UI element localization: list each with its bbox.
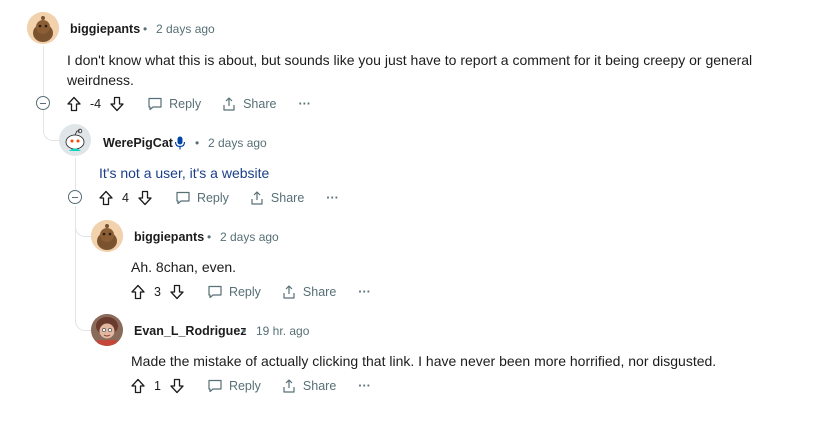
downvote-button[interactable] bbox=[109, 96, 125, 112]
comment-body: I don't know what this is about, but sou… bbox=[67, 52, 753, 88]
comment-time[interactable]: 2 days ago bbox=[156, 22, 215, 36]
downvote-icon bbox=[110, 96, 124, 112]
vote-score: 4 bbox=[122, 191, 129, 205]
comment-time[interactable]: 19 hr. ago bbox=[256, 324, 309, 338]
downvote-button[interactable] bbox=[169, 378, 185, 394]
downvote-button[interactable] bbox=[169, 284, 185, 300]
upvote-button[interactable] bbox=[130, 284, 146, 300]
reply-icon bbox=[176, 191, 190, 205]
share-icon bbox=[251, 191, 263, 205]
reply-button[interactable]: Reply bbox=[207, 378, 261, 394]
reply-label: Reply bbox=[228, 379, 261, 393]
more-icon: ··· bbox=[358, 285, 371, 299]
reply-icon bbox=[208, 285, 222, 299]
share-button[interactable]: Share bbox=[281, 378, 336, 394]
reply-label: Reply bbox=[228, 285, 261, 299]
comment-body: Ah. 8chan, even. bbox=[131, 259, 237, 275]
reply-label: Reply bbox=[169, 97, 202, 111]
share-icon bbox=[223, 97, 235, 111]
comment-time[interactable]: 2 days ago bbox=[220, 230, 279, 244]
upvote-icon bbox=[99, 190, 113, 206]
comment-body: It's not a user, it's a website bbox=[99, 165, 270, 181]
reply-label: Reply bbox=[196, 191, 229, 205]
comment-time[interactable]: 2 days ago bbox=[208, 136, 267, 150]
avatar[interactable] bbox=[91, 314, 123, 346]
share-label: Share bbox=[243, 97, 277, 111]
meta-separator: • bbox=[195, 136, 200, 150]
comment-actions: 1 Reply Share ··· bbox=[130, 375, 371, 397]
vote-score: 1 bbox=[154, 379, 161, 393]
share-button[interactable]: Share bbox=[249, 190, 304, 206]
collapse-thread-button[interactable] bbox=[36, 96, 50, 110]
reply-button[interactable]: Reply bbox=[175, 190, 229, 206]
thread-line bbox=[75, 158, 76, 190]
share-icon bbox=[283, 379, 295, 393]
more-icon: ··· bbox=[298, 97, 311, 111]
thread-elbow bbox=[75, 306, 92, 331]
avatar[interactable] bbox=[59, 124, 91, 156]
upvote-icon bbox=[131, 284, 145, 300]
default-snoo-icon bbox=[59, 124, 91, 156]
comment-author[interactable]: biggiepants bbox=[70, 22, 140, 36]
share-label: Share bbox=[270, 191, 305, 205]
downvote-icon bbox=[170, 378, 184, 394]
upvote-icon bbox=[67, 96, 81, 112]
meta-separator: • bbox=[242, 324, 247, 338]
vote-score: -4 bbox=[90, 97, 102, 111]
upvote-button[interactable] bbox=[98, 190, 114, 206]
comment-actions: 3 Reply Share ··· bbox=[130, 281, 371, 303]
more-options-button[interactable]: ··· bbox=[358, 285, 371, 299]
share-label: Share bbox=[302, 285, 337, 299]
downvote-icon bbox=[138, 190, 152, 206]
more-options-button[interactable]: ··· bbox=[298, 97, 311, 111]
comment-actions: 4 Reply Share ··· bbox=[98, 187, 339, 209]
comment-body: Made the mistake of actually clicking th… bbox=[131, 353, 717, 369]
microphone-icon bbox=[174, 136, 186, 150]
comment-actions: -4 Reply Share ··· bbox=[66, 93, 311, 115]
reply-button[interactable]: Reply bbox=[147, 96, 201, 112]
downvote-icon bbox=[170, 284, 184, 300]
upvote-button[interactable] bbox=[66, 96, 82, 112]
more-icon: ··· bbox=[326, 191, 339, 205]
avatar[interactable] bbox=[91, 220, 123, 252]
thread-elbow bbox=[75, 206, 92, 237]
profile-photo-icon bbox=[91, 314, 123, 346]
share-button[interactable]: Share bbox=[281, 284, 336, 300]
snoo-avatar-icon bbox=[27, 12, 59, 44]
comment-author[interactable]: biggiepants bbox=[134, 230, 204, 244]
collapse-thread-button[interactable] bbox=[68, 190, 82, 204]
avatar[interactable] bbox=[27, 12, 59, 44]
more-icon: ··· bbox=[358, 379, 371, 393]
comment-author[interactable]: Evan_L_Rodriguez bbox=[134, 324, 247, 338]
reply-icon bbox=[148, 97, 162, 111]
meta-separator: • bbox=[143, 22, 148, 36]
thread-line bbox=[43, 46, 44, 96]
share-label: Share bbox=[302, 379, 337, 393]
share-icon bbox=[283, 285, 295, 299]
share-button[interactable]: Share bbox=[221, 96, 276, 112]
reply-button[interactable]: Reply bbox=[207, 284, 261, 300]
comment-author[interactable]: WerePigCat bbox=[103, 136, 173, 150]
upvote-icon bbox=[131, 378, 145, 394]
more-options-button[interactable]: ··· bbox=[326, 191, 339, 205]
snoo-avatar-icon bbox=[91, 220, 123, 252]
vote-score: 3 bbox=[154, 285, 161, 299]
meta-separator: • bbox=[207, 230, 212, 244]
upvote-button[interactable] bbox=[130, 378, 146, 394]
downvote-button[interactable] bbox=[137, 190, 153, 206]
more-options-button[interactable]: ··· bbox=[358, 379, 371, 393]
reply-icon bbox=[208, 379, 222, 393]
